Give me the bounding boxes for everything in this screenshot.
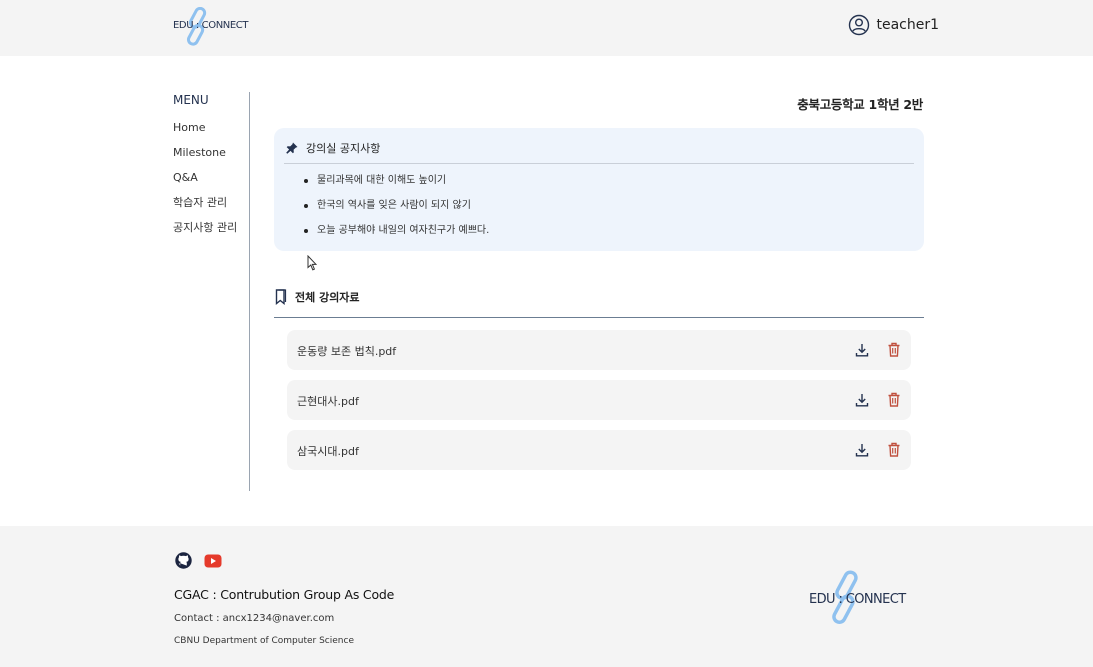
download-icon[interactable] (855, 443, 869, 457)
trash-icon[interactable] (887, 342, 901, 357)
file-name[interactable]: 삼국시대.pdf (297, 443, 359, 459)
notice-item: 물리과목에 대한 이해도 높이기 (304, 174, 489, 199)
youtube-icon[interactable] (204, 554, 222, 568)
notice-item: 오늘 공부해야 내일의 여자친구가 예쁘다. (304, 224, 489, 249)
sidebar-item-qna[interactable]: Q&A (173, 170, 237, 195)
notice-title: 강의실 공지사항 (306, 142, 381, 155)
download-icon[interactable] (855, 393, 869, 407)
file-row: 운동량 보존 법칙.pdf (287, 330, 911, 370)
contact-info: Contact : ancx1234@naver.com (174, 613, 335, 624)
mouse-cursor-icon (307, 255, 317, 271)
sidebar-item-learner-management[interactable]: 학습자 관리 (173, 195, 237, 220)
user-menu[interactable]: teacher1 (848, 14, 939, 36)
social-links (175, 552, 222, 569)
sidebar-item-notice-management[interactable]: 공지사항 관리 (173, 220, 237, 245)
trash-icon[interactable] (887, 392, 901, 407)
footer: CGAC : Contrubution Group As Code Contac… (0, 526, 1093, 667)
sidebar-divider (249, 92, 250, 491)
materials-divider (274, 317, 924, 318)
user-icon (849, 14, 870, 36)
download-icon[interactable] (855, 343, 869, 357)
materials-header: 전체 강의자료 (275, 289, 360, 305)
file-row: 삼국시대.pdf (287, 430, 911, 470)
menu-title: MENU (173, 93, 209, 107)
github-icon[interactable] (175, 552, 192, 569)
notice-panel: 강의실 공지사항 물리과목에 대한 이해도 높이기 한국의 역사를 잊은 사람이… (274, 128, 924, 251)
header: EDU : CONNECT teacher1 (0, 0, 1093, 56)
trash-icon[interactable] (887, 442, 901, 457)
sidebar-item-home[interactable]: Home (173, 120, 237, 145)
sidebar-menu: Home Milestone Q&A 학습자 관리 공지사항 관리 (173, 120, 237, 245)
notice-divider (284, 163, 914, 164)
org-name: CGAC : Contrubution Group As Code (174, 587, 395, 602)
notice-header: 강의실 공지사항 (286, 140, 380, 156)
pin-icon (286, 142, 298, 154)
class-title: 충북고등학교 1학년 2반 (797, 97, 923, 112)
footer-logo: EDU : CONNECT (808, 570, 918, 630)
materials-title: 전체 강의자료 (295, 291, 360, 304)
file-row: 근현대사.pdf (287, 380, 911, 420)
username: teacher1 (876, 17, 939, 33)
sidebar-item-milestone[interactable]: Milestone (173, 145, 237, 170)
logo-text: EDU : CONNECT (173, 20, 249, 31)
file-name[interactable]: 근현대사.pdf (297, 393, 359, 409)
bookmark-icon (275, 289, 287, 305)
department: CBNU Department of Computer Science (174, 636, 354, 646)
notice-list: 물리과목에 대한 이해도 높이기 한국의 역사를 잊은 사람이 되지 않기 오늘… (304, 174, 489, 249)
logo-text: EDU : CONNECT (809, 592, 906, 607)
header-logo[interactable]: EDU : CONNECT (172, 7, 248, 47)
file-name[interactable]: 운동량 보존 법칙.pdf (297, 343, 396, 359)
notice-item: 한국의 역사를 잊은 사람이 되지 않기 (304, 199, 489, 224)
file-list: 운동량 보존 법칙.pdf 근현대사.pdf 삼국시대.pdf (287, 330, 911, 480)
